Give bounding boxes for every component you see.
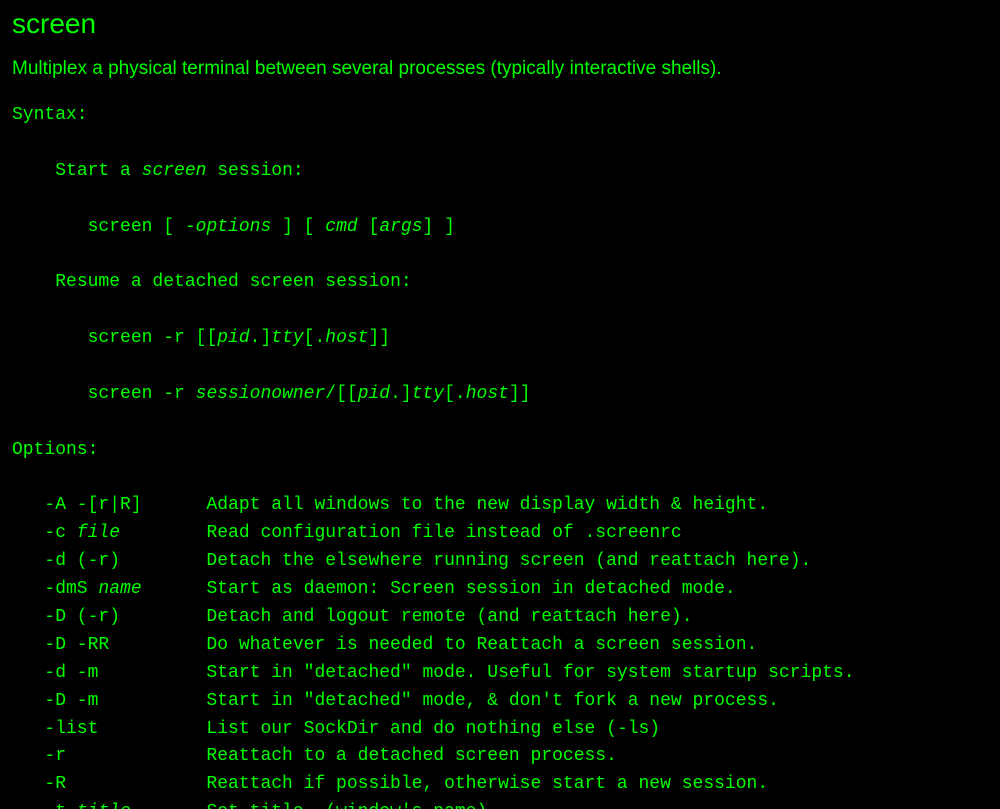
option-row: -d -m Start in "detached" mode. Useful f… xyxy=(12,663,855,683)
option-row: -D -RR Do whatever is needed to Reattach… xyxy=(12,635,757,655)
command-description: Multiplex a physical terminal between se… xyxy=(12,58,988,80)
resume-session-label: Resume a detached screen session: xyxy=(55,272,411,292)
option-row: -R Reattach if possible, otherwise start… xyxy=(12,774,768,794)
option-row: -D (-r) Detach and logout remote (and re… xyxy=(12,607,693,627)
option-row: -D -m Start in "detached" mode, & don't … xyxy=(12,691,779,711)
option-row: -c file Read configuration file instead … xyxy=(12,523,682,543)
usage-line-1: screen [ -options ] [ cmd [args] ] xyxy=(88,217,455,237)
options-label: Options: xyxy=(12,440,98,460)
options-list: -A -[r|R] Adapt all windows to the new d… xyxy=(12,495,855,809)
option-row: -d (-r) Detach the elsewhere running scr… xyxy=(12,551,811,571)
usage-line-3: screen -r sessionowner/[[pid.]tty[.host]… xyxy=(88,384,531,404)
syntax-label: Syntax: xyxy=(12,105,88,125)
page-title: screen xyxy=(12,8,988,40)
usage-line-2: screen -r [[pid.]tty[.host]] xyxy=(88,328,390,348)
option-row: -dmS name Start as daemon: Screen sessio… xyxy=(12,579,736,599)
syntax-block: Syntax: Start a screen session: screen [… xyxy=(12,102,988,809)
option-row: -t title Set title. (window's name). xyxy=(12,802,498,809)
option-row: -A -[r|R] Adapt all windows to the new d… xyxy=(12,495,768,515)
option-row: -list List our SockDir and do nothing el… xyxy=(12,719,660,739)
option-row: -r Reattach to a detached screen process… xyxy=(12,746,617,766)
start-session-label: Start a screen session: xyxy=(55,161,303,181)
